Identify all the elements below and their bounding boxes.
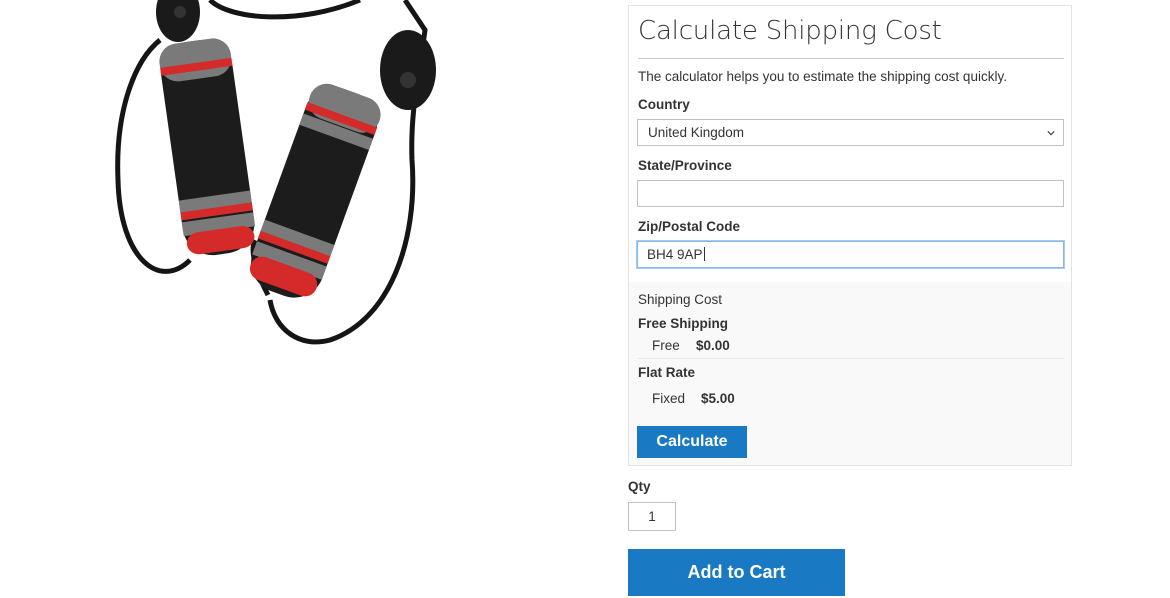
qty-value: 1 <box>648 509 656 524</box>
shipping-calculator-description: The calculator helps you to estimate the… <box>638 69 1007 84</box>
qty-label: Qty <box>628 479 651 494</box>
shipping-cost-heading: Shipping Cost <box>638 292 723 307</box>
shipping-calculator-title: Calculate Shipping Cost <box>638 16 942 46</box>
rate-method-free-shipping: Free Shipping <box>638 316 729 331</box>
shipping-calculator-panel: Calculate Shipping Cost The calculator h… <box>628 5 1072 466</box>
rate-price-fixed: $5.00 <box>701 391 735 406</box>
rate-method-flat-rate: Flat Rate <box>638 365 696 380</box>
rate-price-free: $0.00 <box>696 338 730 353</box>
state-province-input[interactable] <box>637 180 1064 207</box>
country-label: Country <box>638 97 690 112</box>
rates-divider <box>638 358 1064 359</box>
qty-input[interactable]: 1 <box>628 502 676 531</box>
country-select-value: United Kingdom <box>648 125 745 140</box>
text-cursor <box>703 247 705 261</box>
state-province-label: State/Province <box>638 158 732 173</box>
shipping-calculator-form: Calculate Shipping Cost The calculator h… <box>629 6 1071 282</box>
add-to-cart-button[interactable]: Add to Cart <box>628 549 845 596</box>
rate-label-free: Free <box>652 338 680 353</box>
jump-rope-illustration <box>115 0 436 345</box>
chevron-down-icon <box>1047 131 1055 136</box>
country-select[interactable]: United Kingdom <box>637 119 1064 146</box>
product-image[interactable] <box>0 0 600 598</box>
zip-postal-label: Zip/Postal Code <box>638 219 741 234</box>
zip-postal-input[interactable]: BH4 9AP <box>637 241 1064 268</box>
zip-postal-value: BH4 9AP <box>647 247 703 262</box>
title-divider <box>638 58 1064 59</box>
rate-label-fixed: Fixed <box>652 391 686 406</box>
calculate-button[interactable]: Calculate <box>637 426 747 458</box>
